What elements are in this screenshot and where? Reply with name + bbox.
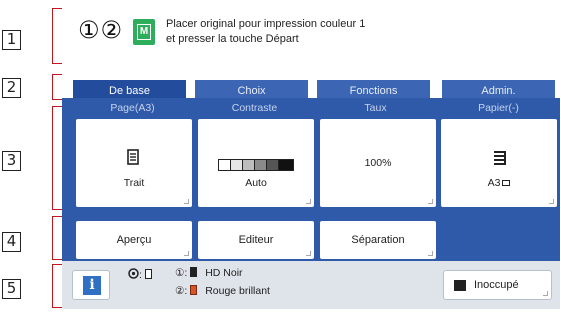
corner-mark	[428, 251, 433, 256]
message-line-1: Placer original pour impression couleur …	[166, 18, 366, 30]
drum2-ink-name: Rouge brillant	[205, 285, 270, 297]
job-markers: ①②	[78, 16, 124, 44]
page-type-value: Trait	[123, 177, 145, 189]
drum2-marker: ②:	[175, 285, 188, 297]
paper-orientation-icon	[502, 180, 511, 186]
ratio-button[interactable]: 100%	[320, 119, 436, 207]
drum1-ink-icon	[190, 267, 198, 277]
mono-print-icon: M	[133, 19, 155, 45]
contrast-setting-label: Contraste	[231, 102, 278, 114]
callout-badge: 3	[2, 151, 21, 171]
printer-icon	[454, 280, 466, 291]
page-type-button[interactable]: Trait	[76, 119, 192, 207]
preview-button[interactable]: Aperçu	[76, 221, 192, 259]
page-setting-label: Page(A3)	[110, 102, 155, 114]
corner-mark	[184, 251, 189, 256]
drum2-ink-icon	[190, 285, 198, 295]
drum-label: :	[139, 269, 142, 281]
ratio-value: 100%	[364, 157, 392, 169]
info-button[interactable]: i	[72, 270, 110, 300]
drum1-row: ①: HD Noir	[175, 267, 243, 279]
info-icon: i	[83, 276, 101, 295]
corner-mark	[549, 199, 554, 204]
callout-badge: 5	[2, 279, 21, 299]
callout-2: 2	[2, 78, 28, 98]
paper-button[interactable]: A3	[441, 119, 557, 207]
contrast-scale-icon	[218, 159, 294, 171]
drum2-row: ②: Rouge brillant	[175, 285, 270, 297]
corner-mark	[306, 199, 311, 204]
corner-mark	[306, 251, 311, 256]
callout-3: 3	[2, 151, 28, 171]
separation-button[interactable]: Séparation	[320, 221, 436, 259]
ratio-setting-label: Taux	[364, 102, 387, 114]
status-message: Placer original pour impression couleur …	[166, 17, 365, 47]
paper-setting-label: Papier(-)	[478, 102, 519, 114]
contrast-value: Auto	[245, 177, 267, 189]
message-line-2: et presser la touche Départ	[166, 33, 299, 45]
callout-badge: 1	[2, 30, 21, 50]
document-icon	[127, 149, 139, 165]
corner-mark	[428, 199, 433, 204]
control-panel: ①② M Placer original pour impression cou…	[62, 6, 560, 309]
callout-badge: 2	[2, 78, 21, 98]
status-bar: i : ①: HD Noir ②: Rouge brillant Inoccup…	[62, 261, 560, 309]
mode-letter: M	[137, 24, 151, 40]
tab-bar: De base Choix Fonctions Admin.	[62, 68, 560, 102]
drum-status: :	[128, 268, 152, 281]
paper-value: A3	[441, 177, 557, 189]
message-area: ①② M Placer original pour impression cou…	[62, 6, 560, 68]
editor-button[interactable]: Editeur	[198, 221, 314, 259]
paper-stack-icon	[494, 151, 506, 165]
drum-ink-icon	[144, 269, 152, 279]
drum-icon	[128, 268, 139, 279]
callout-5: 5	[2, 279, 28, 299]
callout-badge: 4	[2, 232, 21, 252]
busy-label: Inoccupé	[474, 279, 519, 291]
drum1-ink-name: HD Noir	[205, 267, 243, 279]
callout-4: 4	[2, 232, 28, 252]
drum1-marker: ①:	[175, 267, 188, 279]
callout-1: 1	[2, 30, 28, 50]
contrast-button[interactable]: Auto	[198, 119, 314, 207]
corner-mark	[543, 291, 548, 296]
settings-area: Page(A3) Contraste Taux Papier(-) Trait	[62, 98, 560, 261]
corner-mark	[184, 199, 189, 204]
busy-status-button[interactable]: Inoccupé	[443, 270, 552, 300]
